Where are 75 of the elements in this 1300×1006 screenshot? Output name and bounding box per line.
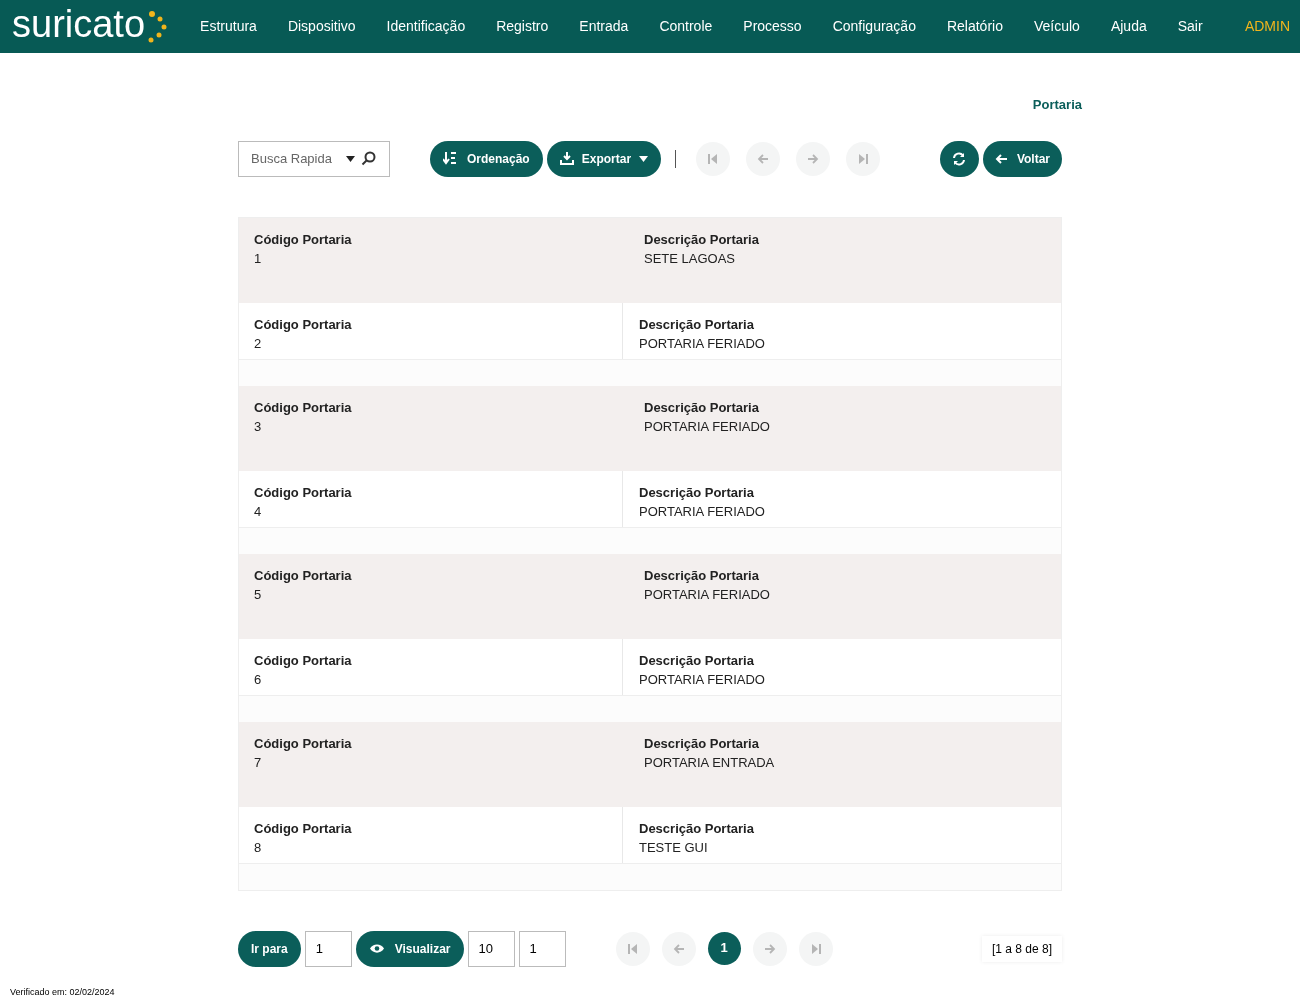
dropdown-caret-icon[interactable] [346, 155, 355, 162]
brand-logo-text: suricato [12, 4, 146, 43]
field-label: Descrição Portaria [644, 230, 759, 249]
field-label: Descrição Portaria [644, 566, 759, 585]
export-button[interactable]: Exportar [546, 140, 662, 177]
field-value: 6 [254, 671, 262, 689]
field-label: Descrição Portaria [639, 819, 754, 838]
field-label: Código Portaria [254, 398, 352, 417]
per-page-input[interactable]: 10 [467, 930, 515, 967]
refresh-icon [952, 151, 967, 166]
field-value: PORTARIA FERIADO [639, 503, 765, 521]
menu-item[interactable]: Ajuda [1110, 16, 1147, 37]
field-label: Código Portaria [254, 315, 352, 334]
skip-start-icon [625, 941, 640, 956]
menu-item[interactable]: Relatório [946, 16, 1003, 37]
back-button[interactable]: Voltar [982, 140, 1062, 177]
menu-item[interactable]: Configuração [832, 16, 916, 37]
field-value: PORTARIA FERIADO [644, 586, 770, 604]
search-field[interactable]: Busca Rapida [238, 140, 390, 177]
field-label: Código Portaria [254, 651, 352, 670]
verified-date: Verificado em: 02/02/2024 [10, 986, 115, 999]
page-number-button[interactable]: 1 [707, 931, 741, 965]
menu-item[interactable]: Entrada [579, 16, 629, 37]
field-value: PORTARIA FERIADO [639, 335, 765, 353]
field-value: 4 [254, 503, 262, 521]
sort-icon [443, 152, 457, 165]
left-arrow-icon [994, 152, 1008, 165]
view-button[interactable]: Visualizar [355, 930, 464, 967]
field-label: Código Portaria [254, 230, 352, 249]
download-icon [559, 152, 574, 165]
field-label: Código Portaria [254, 566, 352, 585]
left-arrow-icon [756, 151, 771, 166]
field-label: Código Portaria [254, 483, 352, 502]
field-value: 8 [254, 839, 262, 857]
field-value: 2 [254, 335, 262, 353]
search-icon[interactable] [361, 150, 376, 166]
menu-item[interactable]: Processo [743, 16, 802, 37]
field-value: TESTE GUI [639, 839, 708, 857]
field-value: 1 [254, 250, 262, 268]
right-arrow-icon [806, 151, 821, 166]
field-label: Descrição Portaria [639, 483, 754, 502]
field-value: PORTARIA FERIADO [639, 671, 765, 689]
sort-button[interactable]: Ordenação [430, 140, 543, 177]
menu-item[interactable]: Identificação [386, 16, 466, 37]
field-value: 7 [254, 754, 262, 772]
menu-item[interactable]: Veículo [1033, 16, 1080, 37]
record-count: [1 a 8 de 8] [981, 935, 1062, 962]
user-name[interactable]: ADMIN [1244, 16, 1290, 37]
menu-item[interactable]: Controle [659, 16, 713, 37]
field-label: Descrição Portaria [644, 398, 759, 417]
menu-item[interactable]: Estrutura [200, 16, 257, 37]
left-arrow-icon [671, 941, 686, 956]
dots-icon [146, 8, 169, 45]
menu-item[interactable]: Registro [496, 16, 549, 37]
eye-icon [368, 943, 385, 954]
right-arrow-icon [762, 941, 777, 956]
field-value: 3 [254, 418, 262, 436]
go-to-page-input[interactable]: 1 [304, 930, 352, 967]
skip-end-icon [856, 151, 871, 166]
page-input[interactable]: 1 [518, 930, 566, 967]
page-title: Portaria [1032, 96, 1082, 114]
go-to-button[interactable]: Ir para [238, 930, 301, 967]
caret-icon [639, 155, 649, 162]
menu-item[interactable]: Dispositivo [287, 16, 356, 37]
field-value: SETE LAGOAS [644, 250, 736, 268]
menu-item[interactable]: Sair [1177, 16, 1203, 37]
field-label: Descrição Portaria [639, 651, 754, 670]
field-value: PORTARIA FERIADO [644, 418, 770, 436]
field-value: 5 [254, 586, 262, 604]
field-label: Descrição Portaria [644, 734, 759, 753]
field-label: Código Portaria [254, 734, 352, 753]
field-value: PORTARIA ENTRADA [644, 754, 775, 772]
field-label: Código Portaria [254, 819, 352, 838]
field-label: Descrição Portaria [639, 315, 754, 334]
refresh-button[interactable] [939, 140, 979, 177]
